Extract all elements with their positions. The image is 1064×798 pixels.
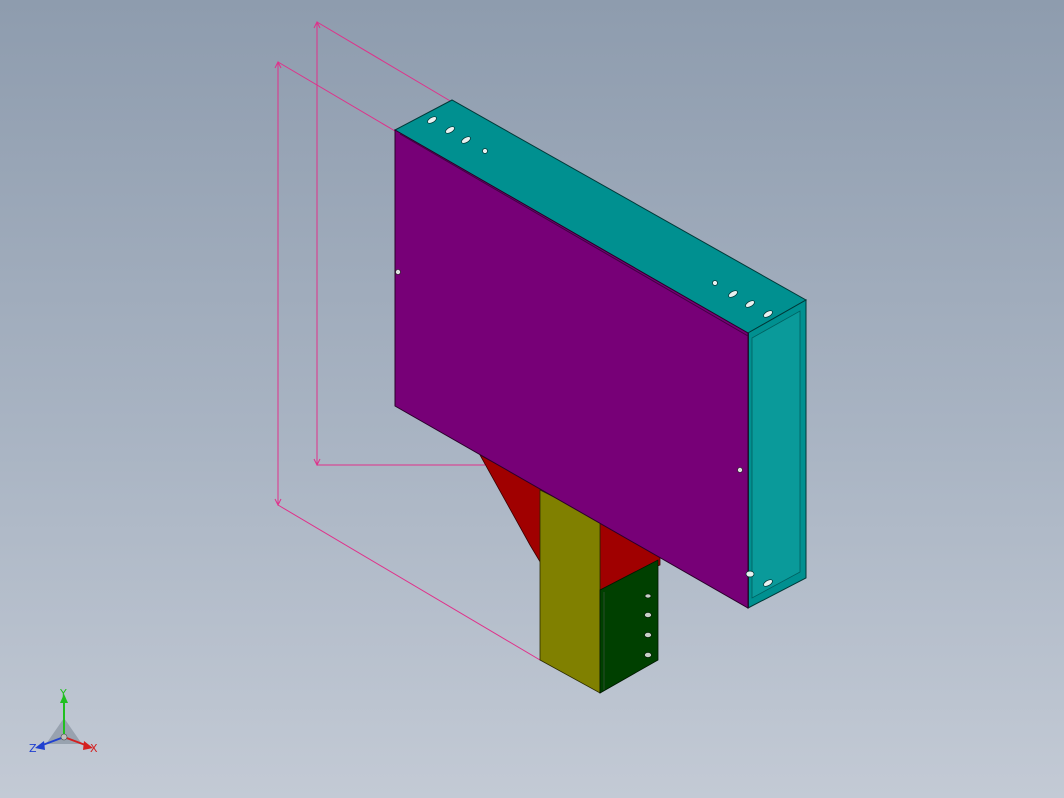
slot-hole <box>644 612 652 618</box>
y-axis-label: Y <box>59 687 67 700</box>
slot-hole <box>644 632 652 638</box>
x-axis-label: X <box>90 742 98 755</box>
slot-hole <box>712 280 718 286</box>
slot-hole <box>482 148 488 154</box>
triad-origin <box>60 733 68 741</box>
mount-hole <box>395 269 401 275</box>
tray-end-inner <box>751 310 801 599</box>
dimension-extension-line <box>277 504 541 661</box>
dimension-extension-line <box>277 61 396 132</box>
mount-hole <box>737 467 743 473</box>
slot-hole <box>745 570 755 578</box>
slot-hole <box>644 593 652 599</box>
cad-viewport[interactable]: Y X Z <box>0 0 1064 798</box>
dimension-extension-line <box>316 21 453 103</box>
post-front-face <box>539 489 601 694</box>
z-axis-label: Z <box>29 742 37 755</box>
orientation-triad[interactable]: Y X Z <box>29 687 98 755</box>
slot-hole <box>644 652 652 658</box>
